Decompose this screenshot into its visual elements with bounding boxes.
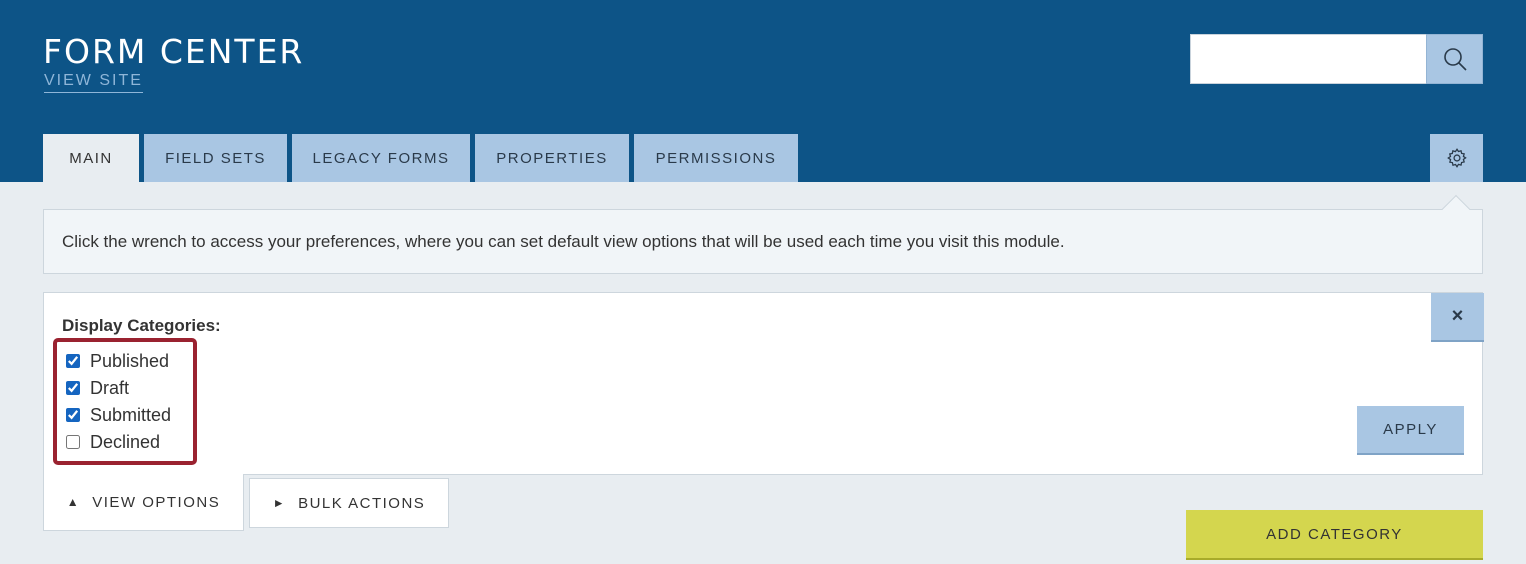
display-categories-panel: Display Categories: × Published Draft Su… [43, 292, 1484, 475]
close-icon: × [1451, 305, 1464, 327]
search-button[interactable] [1426, 34, 1483, 84]
header: FORM CENTER VIEW SITE MAIN FIELD SETS LE… [0, 0, 1526, 182]
submitted-checkbox[interactable] [66, 408, 80, 422]
close-button[interactable]: × [1431, 293, 1484, 342]
declined-checkbox[interactable] [66, 435, 80, 449]
apply-button[interactable]: APPLY [1357, 406, 1464, 455]
info-message-box: Click the wrench to access your preferen… [43, 209, 1483, 274]
triangle-right-icon: ► [272, 496, 287, 510]
published-checkbox[interactable] [66, 354, 80, 368]
draft-checkbox[interactable] [66, 381, 80, 395]
add-category-button[interactable]: ADD CATEGORY [1186, 510, 1483, 560]
tab-main[interactable]: MAIN [43, 134, 139, 182]
tab-properties[interactable]: PROPERTIES [475, 134, 629, 182]
info-message: Click the wrench to access your preferen… [62, 231, 1065, 251]
category-published[interactable]: Published [66, 350, 169, 372]
page-title: FORM CENTER [43, 32, 305, 71]
display-categories-label: Display Categories: [62, 316, 221, 335]
view-site-link[interactable]: VIEW SITE [44, 72, 143, 93]
category-draft[interactable]: Draft [66, 377, 129, 399]
bulk-actions-toggle[interactable]: ► BULK ACTIONS [249, 478, 449, 528]
category-submitted[interactable]: Submitted [66, 404, 171, 426]
triangle-up-icon: ▲ [66, 495, 81, 509]
tab-permissions[interactable]: PERMISSIONS [634, 134, 798, 182]
tab-field-sets[interactable]: FIELD SETS [144, 134, 287, 182]
gear-icon [1446, 148, 1467, 168]
view-options-label: VIEW OPTIONS [92, 493, 221, 511]
settings-button[interactable] [1430, 134, 1483, 182]
category-declined[interactable]: Declined [66, 431, 160, 453]
view-options-toggle[interactable]: ▲ VIEW OPTIONS [43, 474, 244, 531]
tab-legacy-forms[interactable]: LEGACY FORMS [292, 134, 470, 182]
search-icon [1443, 48, 1467, 71]
bulk-actions-label: BULK ACTIONS [298, 494, 426, 512]
search-input[interactable] [1190, 34, 1427, 84]
